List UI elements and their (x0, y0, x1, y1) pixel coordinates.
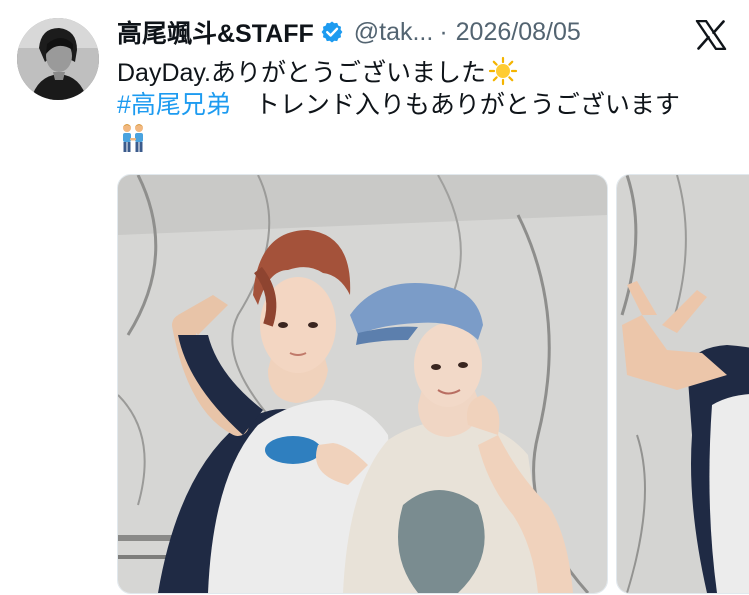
verified-badge-icon (320, 20, 344, 44)
post-text-line-1-body: DayDay.ありがとうございました (117, 59, 487, 87)
x-logo-icon[interactable] (695, 20, 727, 50)
author-handle[interactable]: @tak... (354, 18, 434, 47)
photo-peace-sign-icon (617, 175, 749, 593)
photo-two-people-icon (118, 175, 607, 593)
hashtag-link[interactable]: #高尾兄弟 (117, 91, 231, 119)
sun-emoji-icon (488, 56, 518, 86)
author-avatar[interactable] (17, 18, 99, 100)
post-text-line-2: #高尾兄弟 トレンド入りもありがとうございます (117, 88, 680, 122)
post-date[interactable]: 2026/08/05 (456, 18, 581, 47)
post-header: 高尾颯斗&STAFF @tak... · 2026/08/05 (117, 12, 581, 52)
men-holding-hands-emoji-icon (117, 122, 149, 154)
post-text-line-1: DayDay.ありがとうございました (117, 56, 518, 90)
avatar-photo-icon (17, 18, 99, 100)
author-display-name[interactable]: 高尾颯斗&STAFF (117, 14, 314, 50)
post-text-line-3 (117, 122, 149, 163)
header-separator: · (439, 17, 448, 46)
post-text-line-2-body: トレンド入りもありがとうございます (254, 91, 680, 119)
tweet-post: 高尾颯斗&STAFF @tak... · 2026/08/05 DayDay.あ… (0, 0, 749, 595)
post-photo-2[interactable] (616, 174, 749, 594)
post-photo-1[interactable] (117, 174, 608, 594)
